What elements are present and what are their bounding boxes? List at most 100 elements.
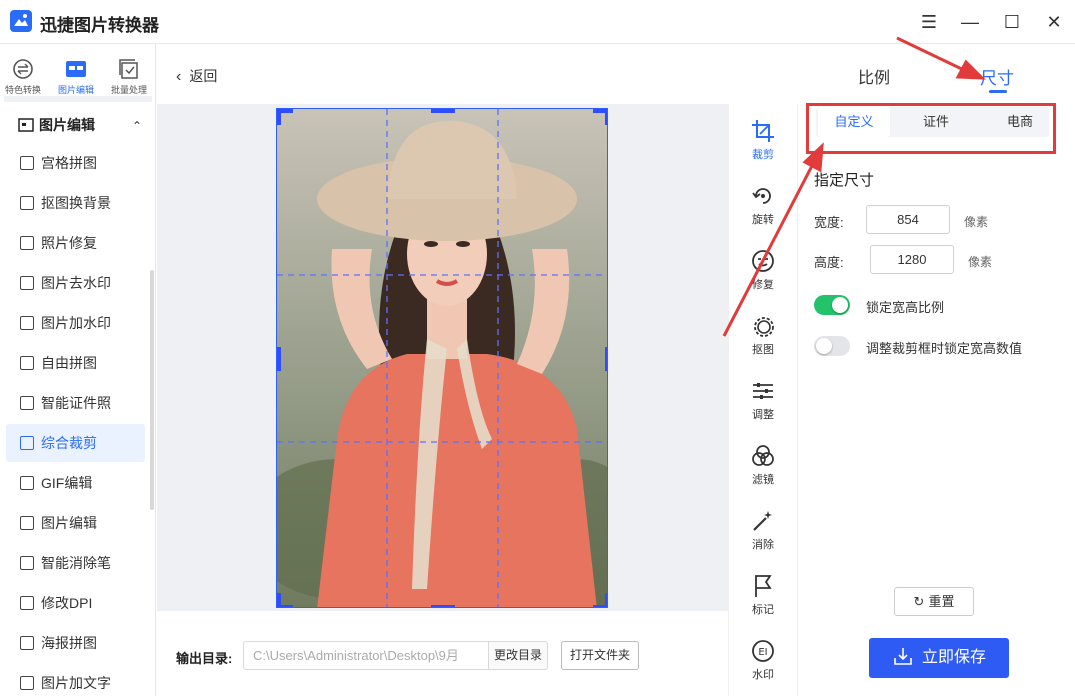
width-unit: 像素 bbox=[964, 215, 989, 229]
open-folder-button[interactable]: 打开文件夹 bbox=[561, 641, 639, 670]
sidebar-scrollbar[interactable] bbox=[150, 270, 154, 510]
sidebar-item[interactable]: 修改DPI bbox=[6, 584, 145, 622]
app-logo-icon bbox=[10, 10, 32, 32]
sidebar-item-label: 图片加文字 bbox=[41, 675, 111, 691]
nav-special-convert-label: 特色转换 bbox=[4, 85, 41, 95]
flag-icon bbox=[755, 575, 772, 597]
app-title: 迅捷图片转换器 bbox=[40, 16, 159, 35]
sidebar-item-icon bbox=[20, 596, 34, 610]
tool-label: 滤镜 bbox=[752, 474, 774, 486]
rotate-icon bbox=[752, 188, 771, 204]
sidebar-section-title: 图片编辑 bbox=[39, 117, 95, 133]
sidebar-item-label: 智能证件照 bbox=[41, 395, 111, 411]
tool-label: 修复 bbox=[752, 279, 774, 291]
tool-label: 裁剪 bbox=[752, 149, 774, 161]
tool-repair[interactable]: 修复 bbox=[742, 248, 784, 292]
sidebar-item-icon bbox=[20, 156, 34, 170]
tool-label: 调整 bbox=[752, 409, 774, 421]
batch-icon bbox=[119, 59, 138, 79]
cutout-icon bbox=[754, 317, 774, 337]
sidebar-item-icon bbox=[20, 316, 34, 330]
toggle-knob bbox=[832, 297, 848, 313]
sidebar-item-icon bbox=[20, 396, 34, 410]
sidebar-item-label: 图片编辑 bbox=[41, 515, 97, 531]
sidebar-item[interactable]: 海报拼图 bbox=[6, 624, 145, 662]
sidebar-section-header[interactable]: 图片编辑 bbox=[18, 115, 95, 135]
refresh-icon: ↻ bbox=[913, 594, 925, 609]
lock-ratio-toggle[interactable] bbox=[814, 295, 850, 315]
height-label: 高度: bbox=[814, 255, 844, 270]
minimize-button[interactable]: — bbox=[957, 9, 983, 35]
tab-size[interactable]: 尺寸 bbox=[980, 64, 1014, 89]
reset-label: 重置 bbox=[928, 594, 955, 609]
sidebar-item[interactable]: 图片去水印 bbox=[6, 264, 145, 302]
size-section-title: 指定尺寸 bbox=[814, 172, 875, 189]
sidebar-item[interactable]: 图片加文字 bbox=[6, 664, 145, 696]
crop-icon bbox=[752, 120, 774, 142]
width-input[interactable]: 854 bbox=[866, 205, 950, 234]
sidebar-item-label: 图片去水印 bbox=[41, 275, 111, 291]
nav-image-edit[interactable]: 图片编辑 bbox=[50, 58, 102, 96]
edit-icon bbox=[66, 61, 86, 77]
tool-label: 旋转 bbox=[752, 214, 774, 226]
close-button[interactable]: ✕ bbox=[1041, 9, 1067, 35]
image-edit-section-icon bbox=[18, 118, 34, 132]
sidebar-item-label: 海报拼图 bbox=[41, 635, 97, 651]
sidebar-item-icon bbox=[20, 436, 34, 450]
sidebar-item-label: 抠图换背景 bbox=[41, 195, 111, 211]
reset-button[interactable]: ↻ 重置 bbox=[894, 587, 974, 616]
sidebar-item-label: 综合裁剪 bbox=[41, 435, 97, 451]
sidebar-item[interactable]: 智能消除笔 bbox=[6, 544, 145, 582]
repair-icon bbox=[752, 250, 774, 272]
tool-flag[interactable]: 标记 bbox=[742, 573, 784, 617]
tool-crop[interactable]: 裁剪 bbox=[742, 118, 784, 162]
sidebar-item-label: 图片加水印 bbox=[41, 315, 111, 331]
sidebar-item-label: 宫格拼图 bbox=[41, 155, 97, 171]
sidebar-item-icon bbox=[20, 236, 34, 250]
save-button[interactable]: 立即保存 bbox=[869, 638, 1009, 678]
lock-ratio-label: 锁定宽高比例 bbox=[866, 300, 945, 315]
sidebar-item-label: GIF编辑 bbox=[41, 475, 93, 491]
sidebar-item[interactable]: 抠图换背景 bbox=[6, 184, 145, 222]
nav-special-convert[interactable]: 特色转换 bbox=[0, 58, 49, 96]
menu-icon[interactable]: ☰ bbox=[916, 9, 942, 35]
collapse-icon[interactable]: ⌃ bbox=[132, 119, 142, 133]
tool-watermark[interactable]: EI 水印 bbox=[742, 638, 784, 682]
watermark-icon: EI bbox=[752, 640, 774, 662]
height-input[interactable]: 1280 bbox=[870, 245, 954, 274]
lock-values-label: 调整裁剪框时锁定宽高数值 bbox=[866, 341, 1023, 356]
sidebar-item[interactable]: 图片加水印 bbox=[6, 304, 145, 342]
sidebar-item[interactable]: 智能证件照 bbox=[6, 384, 145, 422]
photo-preview[interactable] bbox=[276, 108, 608, 608]
lock-values-toggle[interactable] bbox=[814, 336, 850, 356]
back-button[interactable]: ‹ 返回 bbox=[176, 66, 217, 86]
tool-rotate[interactable]: 旋转 bbox=[742, 183, 784, 227]
tool-label: 消除 bbox=[752, 539, 774, 551]
tool-cutout[interactable]: 抠图 bbox=[742, 313, 784, 357]
sidebar-item[interactable]: 综合裁剪 bbox=[6, 424, 145, 462]
sidebar-item[interactable]: 图片编辑 bbox=[6, 504, 145, 542]
sidebar-item-icon bbox=[20, 676, 34, 690]
sidebar-item[interactable]: 照片修复 bbox=[6, 224, 145, 262]
title-bar bbox=[0, 0, 1075, 44]
sidebar-item[interactable]: GIF编辑 bbox=[6, 464, 145, 502]
change-dir-button[interactable]: 更改目录 bbox=[488, 641, 548, 670]
nav-batch[interactable]: 批量处理 bbox=[103, 58, 155, 96]
nav-divider bbox=[4, 96, 152, 102]
tool-adjust[interactable]: 调整 bbox=[742, 378, 784, 422]
tool-filter[interactable]: 滤镜 bbox=[742, 443, 784, 487]
sidebar-item[interactable]: 宫格拼图 bbox=[6, 144, 145, 182]
tool-label: 水印 bbox=[752, 669, 774, 681]
maximize-button[interactable]: ☐ bbox=[999, 9, 1025, 35]
convert-icon bbox=[13, 59, 33, 79]
svg-text:EI: EI bbox=[758, 647, 767, 658]
sidebar-item[interactable]: 自由拼图 bbox=[6, 344, 145, 382]
sidebar-item-label: 智能消除笔 bbox=[41, 555, 111, 571]
output-path-field[interactable]: C:\Users\Administrator\Desktop\9月 bbox=[243, 641, 489, 670]
height-unit: 像素 bbox=[968, 255, 993, 269]
sidebar-item-label: 修改DPI bbox=[41, 595, 93, 611]
tab-ratio[interactable]: 比例 bbox=[858, 64, 890, 88]
tool-eraser[interactable]: 消除 bbox=[742, 508, 784, 552]
sidebar-item-icon bbox=[20, 196, 34, 210]
download-icon bbox=[894, 648, 912, 665]
